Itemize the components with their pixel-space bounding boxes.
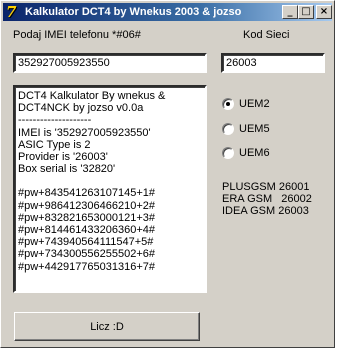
app-icon[interactable]: 7	[6, 4, 22, 20]
output-line: #pw+734300556255502+6#	[18, 248, 156, 261]
calculate-button[interactable]: Licz :D	[14, 312, 200, 341]
network-entry: PLUSGSM 26001	[222, 181, 310, 193]
close-button[interactable]: ×	[316, 5, 332, 19]
output-line: DCT4 Kalkulator By wnekus &	[18, 90, 166, 102]
radio-label[interactable]: UEM5	[239, 122, 270, 136]
title-bar[interactable]: 7 Kalkulator DCT4 by Wnekus 2003 & jozso…	[3, 3, 332, 21]
output-line: #pw+814461433206360+4#	[18, 224, 156, 237]
network-entry: ERA GSM 26002	[222, 193, 312, 205]
radio-label[interactable]: UEM6	[239, 146, 270, 160]
minimize-button[interactable]: _	[282, 5, 298, 19]
window-title: Kalkulator DCT4 by Wnekus 2003 & jozso	[25, 6, 242, 18]
radio-circle[interactable]	[222, 147, 234, 159]
output-line: DCT4NCK by jozso v0.0a	[18, 102, 144, 115]
output-line: #pw+832821653000121+3#	[18, 211, 156, 224]
radio-label[interactable]: UEM2	[239, 97, 270, 111]
output-line: ASIC Type is 2	[18, 138, 91, 151]
output-textarea[interactable]: DCT4 Kalkulator By wnekus & DCT4NCK by j…	[13, 85, 207, 293]
radio-selected-dot	[226, 102, 230, 106]
app-window: 7 Kalkulator DCT4 by Wnekus 2003 & jozso…	[0, 0, 335, 348]
output-line: #pw+986412306466210+2#	[18, 199, 156, 212]
imei-label: Podaj IMEI telefonu *#06#	[13, 29, 141, 41]
imei-input[interactable]	[13, 53, 207, 73]
network-code-input[interactable]	[221, 53, 325, 73]
radio-circle[interactable]	[222, 123, 234, 135]
network-entry: IDEA GSM 26003	[222, 205, 309, 217]
maximize-button[interactable]: □	[298, 5, 314, 19]
network-list: PLUSGSM 26001 ERA GSM 26002 IDEA GSM 260…	[222, 181, 312, 217]
output-line: #pw+843541263107145+1#	[18, 187, 156, 200]
output-line: IMEI is '352927005923550'	[18, 126, 151, 139]
output-line: --------------------	[18, 114, 92, 127]
network-code-label: Kod Sieci	[243, 29, 290, 41]
output-line: Box serial is '32820'	[18, 163, 116, 176]
output-line: #pw+743940564111547+5#	[18, 236, 154, 249]
output-line: Provider is '26003'	[18, 151, 108, 164]
output-line: #pw+442917765031316+7#	[18, 260, 156, 273]
radio-circle[interactable]	[222, 98, 234, 110]
